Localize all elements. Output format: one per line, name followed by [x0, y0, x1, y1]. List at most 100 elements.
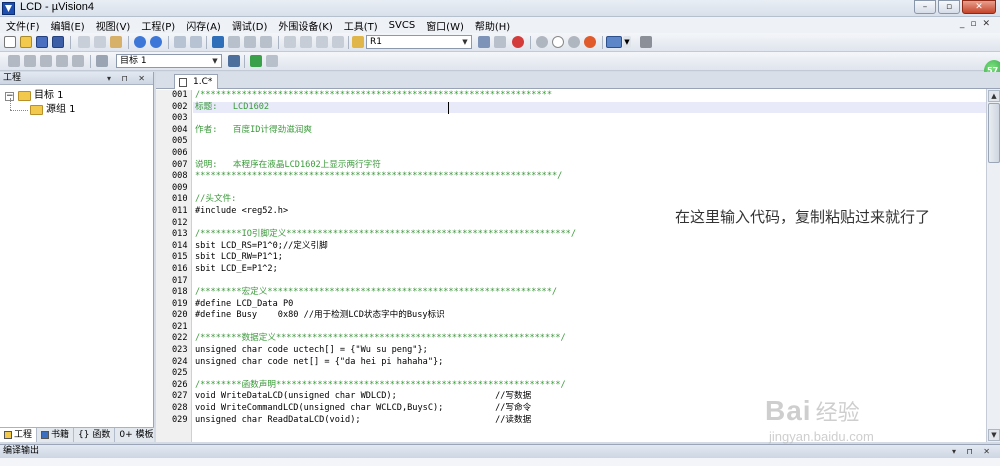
menu-svcs[interactable]: SVCS: [389, 20, 416, 31]
project-panel-header: 工程 ▾ ⊓ ✕: [0, 72, 153, 85]
line-number: 027: [172, 391, 188, 402]
prev-bookmark-icon[interactable]: [228, 36, 240, 48]
comment-icon[interactable]: [316, 36, 328, 48]
tree-item-group[interactable]: 源组 1: [0, 98, 153, 117]
scroll-thumb[interactable]: [988, 103, 1000, 163]
text-caret: [448, 102, 449, 114]
menu-edit[interactable]: 编辑(E): [51, 18, 85, 33]
new-file-icon[interactable]: [4, 36, 16, 48]
scroll-down-icon[interactable]: ▼: [988, 429, 1000, 441]
code-line: /********数据定义***************************…: [195, 333, 566, 344]
menu-flash[interactable]: 闪存(A): [186, 18, 221, 33]
build-icon[interactable]: [24, 55, 36, 67]
incremental-find-icon[interactable]: [494, 36, 506, 48]
find-icon[interactable]: [478, 36, 490, 48]
maximize-button[interactable]: ▫: [938, 0, 960, 14]
clear-bookmarks-icon[interactable]: [260, 36, 272, 48]
download-icon[interactable]: [96, 55, 108, 67]
layout-dropdown-icon[interactable]: ▼: [623, 36, 631, 48]
target-combo-value: 目标 1: [120, 56, 147, 66]
line-number: 018: [172, 287, 188, 298]
undo-icon[interactable]: [134, 36, 146, 48]
tab-project[interactable]: 工程: [0, 428, 38, 442]
close-button[interactable]: ✕: [962, 0, 996, 14]
code-line: #define Busy 0x80 //用于检测LCD状态字中的Busy标识: [195, 310, 445, 321]
manage-components-icon[interactable]: [250, 55, 262, 67]
output-panel-header: 编译输出 ▾ ⊓ ✕: [0, 445, 1000, 458]
mdi-minimize-icon[interactable]: _: [960, 19, 965, 29]
save-icon[interactable]: [36, 36, 48, 48]
menu-help[interactable]: 帮助(H): [475, 18, 510, 33]
toolbar-separator: [206, 36, 207, 49]
stop-build-icon[interactable]: [72, 55, 84, 67]
tree-item-target[interactable]: − 目标 1: [0, 89, 153, 103]
code-line: 标题: LCD1602: [193, 101, 986, 114]
rebuild-icon[interactable]: [40, 55, 52, 67]
window-layout-icon[interactable]: [606, 36, 622, 48]
menu-window[interactable]: 窗口(W): [426, 18, 464, 33]
editor-tabstrip: 1.C*: [156, 72, 1000, 89]
line-number: 017: [172, 275, 188, 286]
uncomment-icon[interactable]: [332, 36, 344, 48]
output-panel-title: 编译输出: [3, 446, 40, 456]
batch-build-icon[interactable]: [56, 55, 68, 67]
scroll-up-icon[interactable]: ▲: [988, 90, 1000, 102]
menu-file[interactable]: 文件(F): [6, 18, 40, 33]
disable-breakpoint-icon[interactable]: [552, 36, 564, 48]
vertical-scrollbar[interactable]: ▲ ▼: [986, 89, 1000, 442]
bookmark-icon[interactable]: [212, 36, 224, 48]
open-folder-icon[interactable]: [20, 36, 32, 48]
toolbar-separator: [168, 36, 169, 49]
compile-icon[interactable]: [8, 55, 20, 67]
chevron-down-icon[interactable]: ▼: [460, 37, 470, 47]
configure-icon[interactable]: [640, 36, 652, 48]
mdi-restore-icon[interactable]: ▫: [970, 19, 976, 29]
menu-view[interactable]: 视图(V): [96, 18, 131, 33]
code-line: sbit LCD_E=P1^2;: [195, 263, 278, 274]
menu-project[interactable]: 工程(P): [141, 18, 175, 33]
cut-icon[interactable]: [78, 36, 90, 48]
target-combo[interactable]: 目标 1 ▼: [116, 54, 222, 68]
disable-all-breakpoints-icon[interactable]: [568, 36, 580, 48]
unindent-icon[interactable]: [300, 36, 312, 48]
line-number: 002: [172, 101, 188, 112]
tab-books[interactable]: 书籍: [37, 428, 75, 442]
tab-file[interactable]: 1.C*: [174, 74, 218, 89]
find-in-files-icon[interactable]: [352, 36, 364, 48]
debug-session-icon[interactable]: [512, 36, 524, 48]
tab-functions[interactable]: {} 函数: [74, 428, 116, 442]
code-line: /********宏定义****************************…: [195, 287, 558, 298]
code-editor[interactable]: /***************************************…: [193, 90, 986, 442]
kill-all-breakpoints-icon[interactable]: [584, 36, 596, 48]
nav-back-icon[interactable]: [174, 36, 186, 48]
menu-tools[interactable]: 工具(T): [344, 18, 378, 33]
panel-controls[interactable]: ▾ ⊓ ✕: [107, 72, 149, 85]
target-options-icon[interactable]: [228, 55, 240, 67]
mdi-close-icon[interactable]: ✕: [982, 19, 990, 29]
project-panel-title: 工程: [3, 73, 22, 83]
code-line: 作者: 百度ID计得劲滋润爽: [195, 124, 312, 135]
paste-icon[interactable]: [110, 36, 122, 48]
tree-line: [10, 110, 28, 111]
tab-templates[interactable]: 0+ 模板: [115, 428, 159, 442]
breakpoint-icon[interactable]: [536, 36, 548, 48]
save-all-icon[interactable]: [52, 36, 64, 48]
code-line: 说明: 本程序在液晶LCD1602上显示两行字符: [195, 159, 381, 170]
code-line: unsigned char code uctech[] = {"Wu su pe…: [195, 345, 428, 356]
menu-peripherals[interactable]: 外围设备(K): [278, 18, 332, 33]
line-number: 014: [172, 240, 188, 251]
chevron-down-icon[interactable]: ▼: [210, 56, 220, 66]
copy-icon[interactable]: [94, 36, 106, 48]
redo-icon[interactable]: [150, 36, 162, 48]
nav-forward-icon[interactable]: [190, 36, 202, 48]
project-icon: [4, 431, 12, 439]
menu-debug[interactable]: 调试(D): [232, 18, 268, 33]
find-combo[interactable]: R1 ▼: [366, 35, 472, 49]
panel-controls[interactable]: ▾ ⊓ ✕: [952, 445, 994, 458]
indent-icon[interactable]: [284, 36, 296, 48]
next-bookmark-icon[interactable]: [244, 36, 256, 48]
minimize-button[interactable]: –: [914, 0, 936, 14]
select-packs-icon[interactable]: [266, 55, 278, 67]
